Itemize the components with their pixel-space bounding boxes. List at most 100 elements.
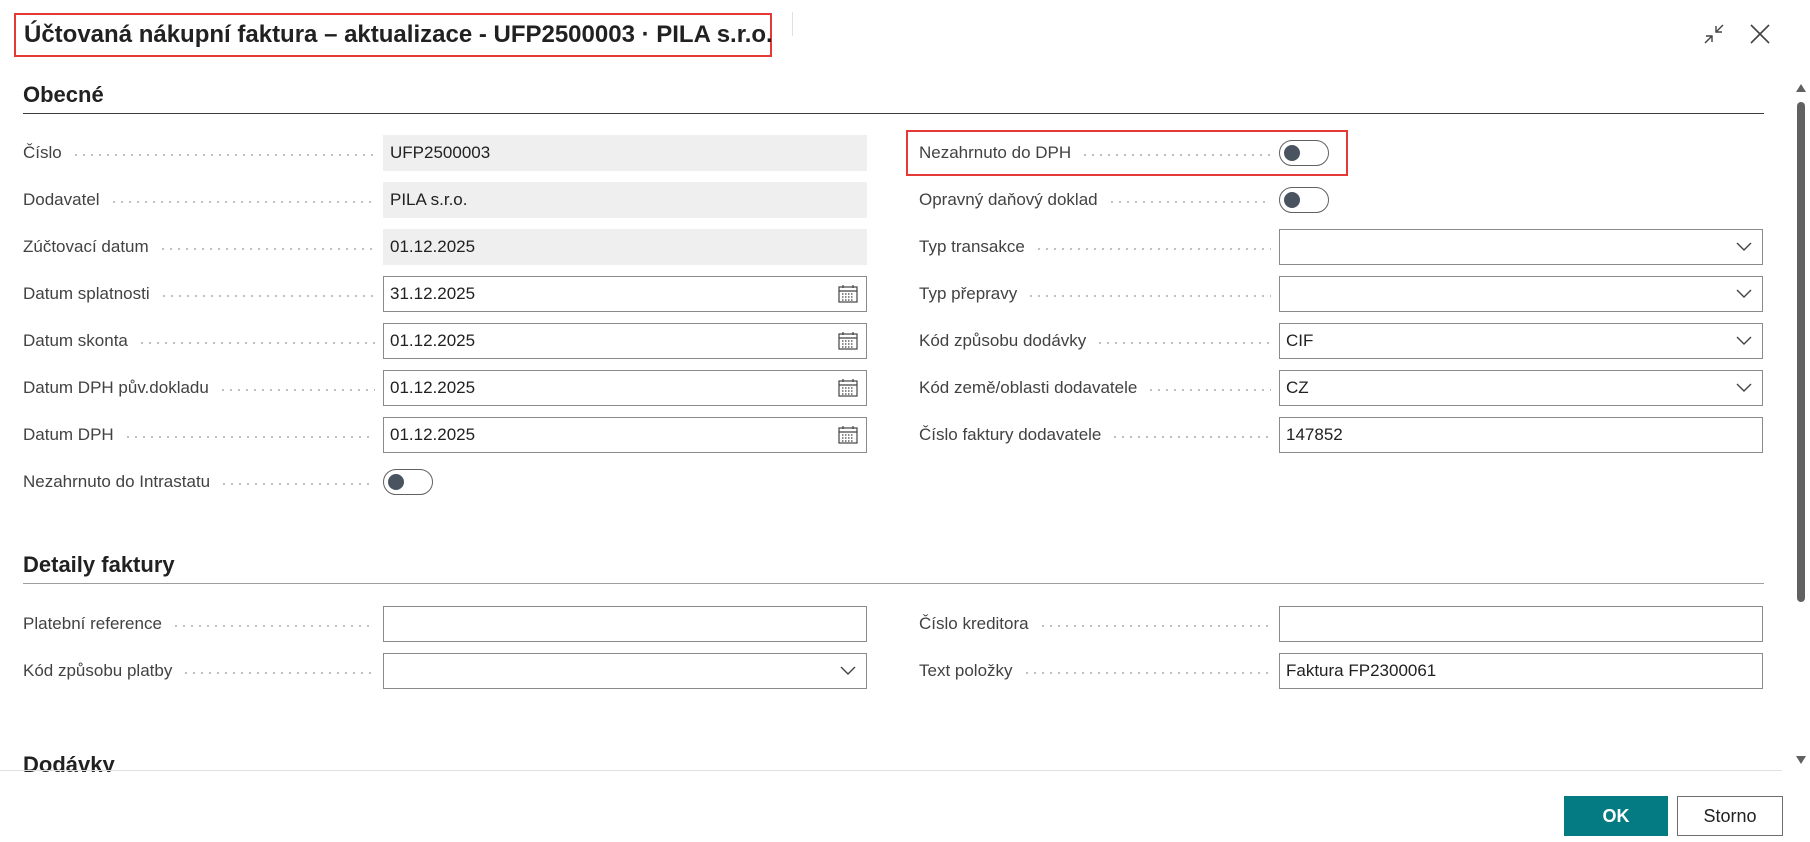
label-text-polozky: Text položky bbox=[919, 661, 1013, 680]
calendar-icon[interactable] bbox=[836, 424, 860, 446]
dodavatel-field[interactable]: PILA s.r.o. bbox=[383, 182, 867, 218]
datum-splatnosti-value: 31.12.2025 bbox=[390, 284, 476, 303]
row-nezahrnuto-intrastat: Nezahrnuto do Intrastatu bbox=[23, 464, 433, 500]
label-dots bbox=[1147, 388, 1271, 391]
label-typ-transakce: Typ transakce bbox=[919, 237, 1025, 256]
field-label: Opravný daňový doklad bbox=[919, 190, 1279, 210]
label-dots bbox=[109, 200, 375, 203]
label-dots bbox=[1111, 435, 1271, 438]
typ-transakce-select[interactable] bbox=[1279, 229, 1763, 265]
label-dots bbox=[1034, 247, 1271, 250]
footer-divider bbox=[0, 770, 1782, 771]
ok-button[interactable]: OK bbox=[1564, 796, 1668, 836]
text-polozky-value: Faktura FP2300061 bbox=[1286, 661, 1437, 680]
section-title-deliveries[interactable]: Dodávky bbox=[23, 752, 1764, 772]
field-label: Zúčtovací datum bbox=[23, 237, 383, 257]
label-platebni-reference: Platební reference bbox=[23, 614, 162, 633]
datum-dph-value: 01.12.2025 bbox=[390, 425, 476, 444]
field-label: Nezahrnuto do Intrastatu bbox=[23, 472, 383, 492]
label-datum-skonta: Datum skonta bbox=[23, 331, 128, 350]
nezahrnuto-intrastat-toggle[interactable] bbox=[383, 469, 433, 495]
chevron-down-icon[interactable] bbox=[1732, 236, 1756, 258]
collapse-icon[interactable] bbox=[1700, 20, 1728, 48]
window-title-frame: Účtovaná nákupní faktura – aktualizace -… bbox=[14, 13, 773, 57]
typ-prepravy-select[interactable] bbox=[1279, 276, 1763, 312]
scroll-up-icon[interactable] bbox=[1795, 82, 1807, 94]
row-datum-dph: Datum DPH 01.12.2025 bbox=[23, 417, 867, 453]
section-title-general[interactable]: Obecné bbox=[23, 82, 1764, 114]
row-opravny-danovy-doklad: Opravný daňový doklad bbox=[919, 182, 1329, 218]
datum-splatnosti-input[interactable]: 31.12.2025 bbox=[383, 276, 867, 312]
chevron-down-icon[interactable] bbox=[1732, 377, 1756, 399]
row-text-polozky: Text položky Faktura FP2300061 bbox=[919, 653, 1763, 689]
section-title-invoice-details[interactable]: Detaily faktury bbox=[23, 552, 1764, 584]
chevron-down-icon[interactable] bbox=[1732, 283, 1756, 305]
kod-zpusobu-platby-select[interactable] bbox=[383, 653, 867, 689]
cislo-field[interactable]: UFP2500003 bbox=[383, 135, 867, 171]
kod-zpusobu-dodavky-select[interactable]: CIF bbox=[1279, 323, 1763, 359]
label-zuctovaci-datum: Zúčtovací datum bbox=[23, 237, 149, 256]
field-label: Datum DPH pův.dokladu bbox=[23, 378, 383, 398]
row-cislo-kreditora: Číslo kreditora bbox=[919, 606, 1763, 642]
text-polozky-input[interactable]: Faktura FP2300061 bbox=[1279, 653, 1763, 689]
close-icon[interactable] bbox=[1746, 20, 1774, 48]
field-label: Dodavatel bbox=[23, 190, 383, 210]
calendar-icon[interactable] bbox=[836, 283, 860, 305]
calendar-icon[interactable] bbox=[836, 330, 860, 352]
label-dots bbox=[123, 435, 375, 438]
label-dodavatel: Dodavatel bbox=[23, 190, 100, 209]
scrollbar-thumb[interactable] bbox=[1797, 102, 1805, 602]
field-label: Číslo faktury dodavatele bbox=[919, 425, 1279, 445]
cislo-faktury-dodavatele-input[interactable]: 147852 bbox=[1279, 417, 1763, 453]
row-kod-zeme-oblasti: Kód země/oblasti dodavatele CZ bbox=[919, 370, 1763, 406]
chevron-down-icon[interactable] bbox=[836, 660, 860, 682]
row-cislo-faktury-dodavatele: Číslo faktury dodavatele 147852 bbox=[919, 417, 1763, 453]
highlight-frame bbox=[906, 130, 1348, 176]
datum-skonta-value: 01.12.2025 bbox=[390, 331, 476, 350]
label-kod-zpusobu-dodavky: Kód způsobu dodávky bbox=[919, 331, 1087, 350]
label-cislo-faktury-dodavatele: Číslo faktury dodavatele bbox=[919, 425, 1102, 444]
label-dots bbox=[182, 671, 375, 674]
field-label: Text položky bbox=[919, 661, 1279, 681]
label-opravny-danovy-doklad: Opravný daňový doklad bbox=[919, 190, 1098, 209]
vertical-scrollbar[interactable] bbox=[1794, 82, 1808, 772]
label-kod-zpusobu-platby: Kód způsobu platby bbox=[23, 661, 173, 680]
kod-zeme-oblasti-select[interactable]: CZ bbox=[1279, 370, 1763, 406]
datum-skonta-input[interactable]: 01.12.2025 bbox=[383, 323, 867, 359]
dialog-content[interactable]: Obecné Číslo UFP2500003 Dodavatel PILA s… bbox=[0, 60, 1782, 772]
zuctovaci-datum-value: 01.12.2025 bbox=[390, 237, 476, 256]
label-dots bbox=[158, 247, 375, 250]
label-dots bbox=[1038, 624, 1271, 627]
cislo-value: UFP2500003 bbox=[390, 143, 491, 162]
kod-zeme-oblasti-value: CZ bbox=[1286, 378, 1309, 397]
field-label: Datum DPH bbox=[23, 425, 383, 445]
label-dots bbox=[218, 388, 375, 391]
chevron-down-icon[interactable] bbox=[1732, 330, 1756, 352]
label-datum-splatnosti: Datum splatnosti bbox=[23, 284, 150, 303]
label-dots bbox=[1107, 200, 1271, 203]
cislo-kreditora-input[interactable] bbox=[1279, 606, 1763, 642]
calendar-icon[interactable] bbox=[836, 377, 860, 399]
zuctovaci-datum-field[interactable]: 01.12.2025 bbox=[383, 229, 867, 265]
row-kod-zpusobu-platby: Kód způsobu platby bbox=[23, 653, 867, 689]
row-platebni-reference: Platební reference bbox=[23, 606, 867, 642]
row-cislo: Číslo UFP2500003 bbox=[23, 135, 867, 171]
platebni-reference-input[interactable] bbox=[383, 606, 867, 642]
opravny-danovy-doklad-toggle[interactable] bbox=[1279, 187, 1329, 213]
title-separator bbox=[792, 12, 793, 36]
row-typ-transakce: Typ transakce bbox=[919, 229, 1763, 265]
label-datum-dph: Datum DPH bbox=[23, 425, 114, 444]
scroll-down-icon[interactable] bbox=[1795, 754, 1807, 766]
window-title: Účtovaná nákupní faktura – aktualizace -… bbox=[24, 21, 773, 48]
field-label: Typ transakce bbox=[919, 237, 1279, 257]
field-label: Číslo bbox=[23, 143, 383, 163]
field-label: Typ přepravy bbox=[919, 284, 1279, 304]
dodavatel-value: PILA s.r.o. bbox=[390, 190, 468, 209]
label-dots bbox=[71, 153, 375, 156]
label-datum-dph-puv-dokladu: Datum DPH pův.dokladu bbox=[23, 378, 209, 397]
datum-dph-puv-dokladu-input[interactable]: 01.12.2025 bbox=[383, 370, 867, 406]
field-label: Kód způsobu dodávky bbox=[919, 331, 1279, 351]
datum-dph-input[interactable]: 01.12.2025 bbox=[383, 417, 867, 453]
label-dots bbox=[220, 482, 375, 485]
cancel-button[interactable]: Storno bbox=[1677, 796, 1783, 836]
